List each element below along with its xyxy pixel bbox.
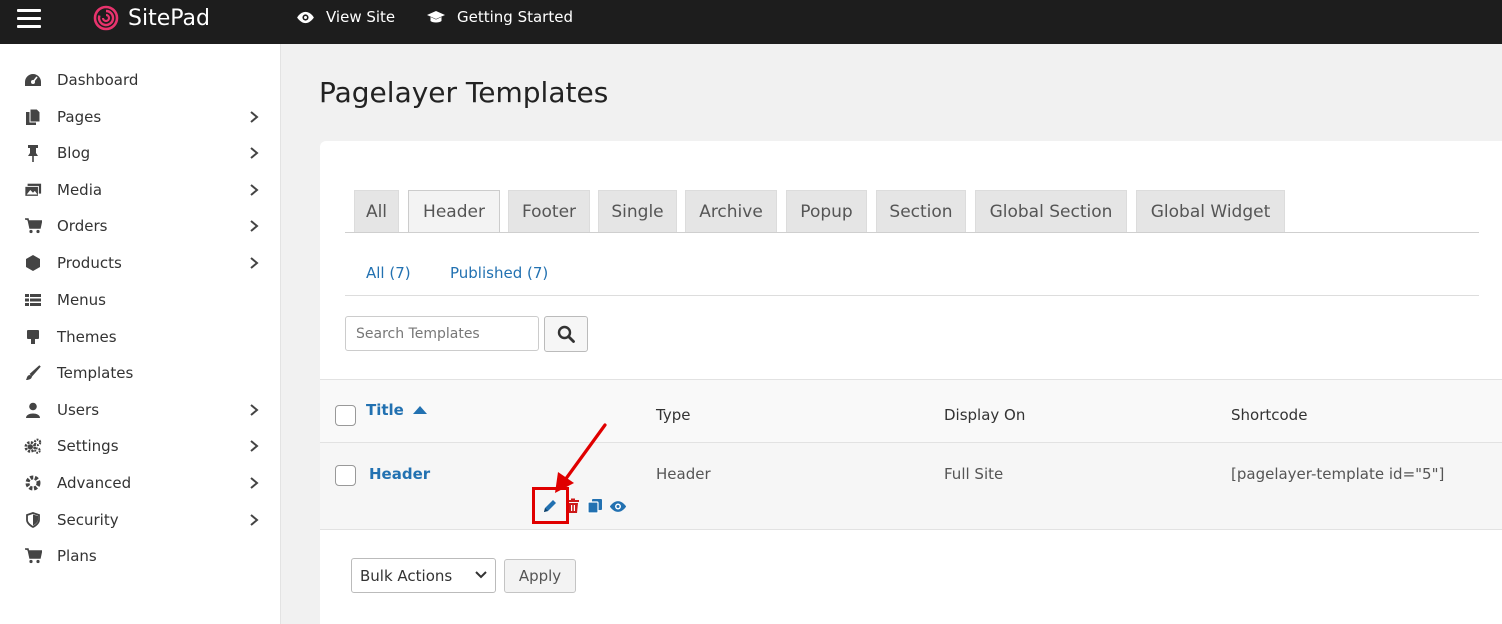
tab-popup[interactable]: Popup xyxy=(786,190,867,232)
chevron-right-icon xyxy=(250,477,259,489)
sidebar-item-themes[interactable]: Themes xyxy=(0,322,280,352)
table-row xyxy=(320,443,1502,530)
sidebar-item-label: Pages xyxy=(57,108,102,126)
column-title[interactable]: Title xyxy=(366,401,427,419)
tab-section[interactable]: Section xyxy=(876,190,966,232)
bulk-actions-label: Bulk Actions xyxy=(360,566,453,585)
apply-button[interactable]: Apply xyxy=(504,559,576,593)
chevron-right-icon xyxy=(250,257,259,269)
column-display-on: Display On xyxy=(944,406,1026,424)
monitor-icon xyxy=(24,328,42,346)
app-logo[interactable]: SitePad xyxy=(93,5,210,31)
sidebar-item-orders[interactable]: Orders xyxy=(0,211,280,241)
column-shortcode: Shortcode xyxy=(1231,406,1308,424)
getting-started-label: Getting Started xyxy=(457,8,573,26)
sidebar-item-pages[interactable]: Pages xyxy=(0,102,280,132)
chevron-right-icon xyxy=(250,440,259,452)
chevron-right-icon xyxy=(250,514,259,526)
bulk-actions-select[interactable]: Bulk Actions xyxy=(351,558,496,593)
sidebar-item-blog[interactable]: Blog xyxy=(0,138,280,168)
getting-started-link[interactable]: Getting Started xyxy=(426,8,573,26)
sidebar-item-media[interactable]: Media xyxy=(0,175,280,205)
tab-all[interactable]: All xyxy=(354,190,399,232)
tabs-divider xyxy=(345,232,1479,233)
pin-icon xyxy=(24,144,42,162)
brush-icon xyxy=(24,364,42,382)
sidebar-item-products[interactable]: Products xyxy=(0,248,280,278)
tab-footer[interactable]: Footer xyxy=(508,190,590,232)
search-icon xyxy=(557,325,575,343)
filter-all[interactable]: All (7) xyxy=(366,264,411,282)
dashboard-icon xyxy=(24,71,42,89)
tab-header[interactable]: Header xyxy=(408,190,500,233)
cart-icon xyxy=(24,217,42,235)
chevron-right-icon xyxy=(250,184,259,196)
view-site-label: View Site xyxy=(326,8,396,26)
sidebar-item-label: Security xyxy=(57,511,119,529)
sidebar-item-security[interactable]: Security xyxy=(0,505,280,535)
sidebar: Dashboard Pages Blog Media Orders Produc… xyxy=(0,44,281,624)
cart-icon xyxy=(24,547,42,565)
tab-single[interactable]: Single xyxy=(598,190,677,232)
sidebar-item-label: Blog xyxy=(57,144,91,162)
chevron-right-icon xyxy=(250,220,259,232)
row-type: Header xyxy=(656,465,711,483)
sidebar-item-label: Menus xyxy=(57,291,106,309)
app-name: SitePad xyxy=(128,5,210,31)
sidebar-item-advanced[interactable]: Advanced xyxy=(0,468,280,498)
cogs-icon xyxy=(24,437,42,455)
row-checkbox[interactable] xyxy=(335,465,356,486)
row-title-link[interactable]: Header xyxy=(369,465,430,483)
sidebar-item-dashboard[interactable]: Dashboard xyxy=(0,65,280,95)
eye-icon xyxy=(297,11,314,23)
list-icon xyxy=(24,291,42,309)
column-type: Type xyxy=(656,406,691,424)
sort-ascending-icon xyxy=(412,406,427,414)
pages-icon xyxy=(24,108,42,126)
chevron-right-icon xyxy=(250,404,259,416)
sitepad-logo-icon xyxy=(93,5,119,31)
media-icon xyxy=(24,181,42,199)
sidebar-item-label: Orders xyxy=(57,217,108,235)
chevron-right-icon xyxy=(250,147,259,159)
box-icon xyxy=(24,254,42,272)
table-header xyxy=(320,379,1502,443)
sidebar-item-label: Media xyxy=(57,181,103,199)
column-title-label: Title xyxy=(366,401,404,419)
search-button[interactable] xyxy=(544,316,588,352)
top-bar: SitePad View Site Getting Started xyxy=(0,0,1502,44)
sidebar-item-plans[interactable]: Plans xyxy=(0,541,280,571)
hamburger-menu-icon[interactable] xyxy=(17,9,41,31)
chevron-down-icon xyxy=(475,571,487,579)
row-shortcode: [pagelayer-template id="5"] xyxy=(1231,465,1445,483)
sidebar-item-label: Templates xyxy=(57,364,134,382)
search-input[interactable] xyxy=(345,316,539,351)
sidebar-item-label: Plans xyxy=(57,547,97,565)
tab-global-section[interactable]: Global Section xyxy=(975,190,1127,232)
user-icon xyxy=(24,401,42,419)
sidebar-item-users[interactable]: Users xyxy=(0,395,280,425)
filter-published[interactable]: Published (7) xyxy=(450,264,548,282)
shield-icon xyxy=(24,511,42,529)
sidebar-item-label: Advanced xyxy=(57,474,132,492)
view-site-link[interactable]: View Site xyxy=(296,8,395,26)
tab-archive[interactable]: Archive xyxy=(685,190,777,232)
sidebar-item-settings[interactable]: Settings xyxy=(0,431,280,461)
sidebar-item-menus[interactable]: Menus xyxy=(0,285,280,315)
sidebar-item-label: Themes xyxy=(57,328,117,346)
gear-icon xyxy=(24,474,42,492)
sidebar-item-templates[interactable]: Templates xyxy=(0,358,280,388)
sidebar-item-label: Products xyxy=(57,254,122,272)
row-display-on: Full Site xyxy=(944,465,1004,483)
sidebar-item-label: Users xyxy=(57,401,100,419)
chevron-right-icon xyxy=(250,111,259,123)
filter-divider xyxy=(345,295,1479,296)
tab-global-widget[interactable]: Global Widget xyxy=(1136,190,1285,232)
sidebar-item-label: Settings xyxy=(57,437,119,455)
sidebar-item-label: Dashboard xyxy=(57,71,139,89)
annotation-arrow-icon xyxy=(555,423,607,493)
page-title: Pagelayer Templates xyxy=(319,76,609,109)
select-all-checkbox[interactable] xyxy=(335,405,356,426)
graduation-cap-icon xyxy=(427,11,445,23)
